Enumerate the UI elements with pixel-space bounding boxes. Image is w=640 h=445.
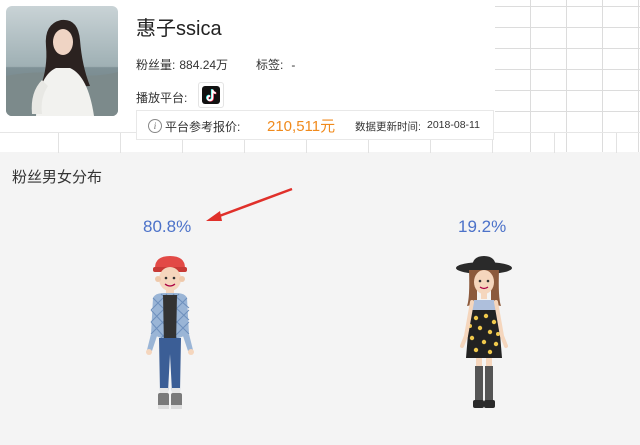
fans-value: 884.24万 bbox=[179, 58, 229, 72]
tiktok-icon[interactable] bbox=[198, 82, 224, 108]
fans-count: 粉丝量: 884.24万 bbox=[136, 56, 228, 73]
female-figure-icon bbox=[456, 256, 512, 408]
fans-label: 粉丝量: bbox=[136, 58, 176, 72]
price-label: 平台参考报价: bbox=[165, 120, 241, 134]
annotation-arrow-icon bbox=[206, 187, 293, 221]
gender-section-title: 粉丝男女分布 bbox=[12, 169, 103, 186]
tag-value: - bbox=[291, 58, 296, 72]
tags: 标签: - bbox=[256, 56, 295, 73]
price-value: 210,511元 bbox=[267, 118, 336, 135]
avatar[interactable] bbox=[6, 6, 118, 116]
profile-name: 惠子ssica bbox=[136, 18, 222, 40]
info-icon[interactable]: i bbox=[148, 119, 162, 133]
price-box: i 平台参考报价: 210,511元 数据更新时间: 2018-08-11 bbox=[136, 110, 494, 140]
platform-label: 播放平台: bbox=[136, 91, 188, 105]
female-percent: 19.2% bbox=[458, 217, 507, 236]
male-figure-icon bbox=[146, 256, 194, 409]
male-percent: 80.8% bbox=[143, 217, 192, 236]
update-time-label: 数据更新时间: bbox=[355, 121, 421, 133]
update-time-value: 2018-08-11 bbox=[427, 119, 480, 131]
background-grid bbox=[495, 0, 640, 152]
profile-header: 惠子ssica 粉丝量: 884.24万 标签: - 播放平台: i 平台参考报价:… bbox=[0, 0, 640, 153]
tag-label: 标签: bbox=[256, 58, 284, 72]
